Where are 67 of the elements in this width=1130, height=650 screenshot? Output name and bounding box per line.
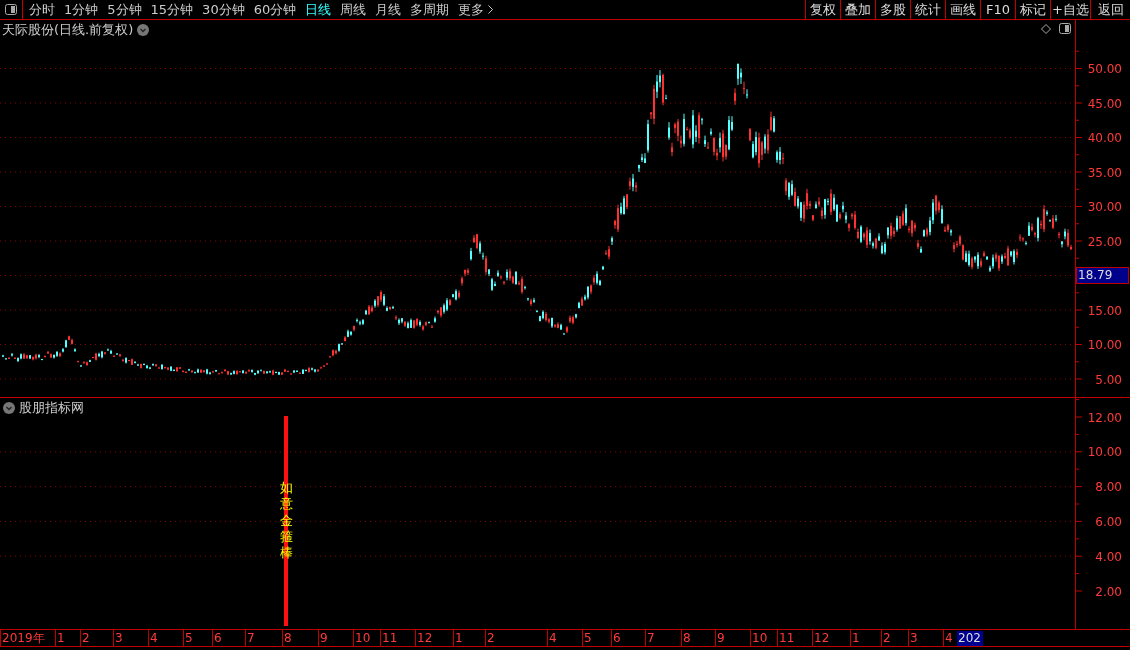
price-axis-label: 25.00	[1087, 234, 1122, 249]
time-axis-label: 12	[814, 631, 830, 645]
price-axis-label: 10.00	[1087, 338, 1122, 352]
price-axis-label: 45.00	[1087, 96, 1122, 111]
time-axis-label: 3	[115, 631, 123, 645]
toolbar-button[interactable]: 画线	[945, 0, 980, 19]
time-axis-label: 2	[883, 631, 891, 645]
time-axis-label: 6	[214, 631, 222, 645]
price-axis-label: 30.00	[1087, 200, 1122, 214]
time-axis-label: 1	[852, 631, 860, 645]
chart-title: 天际股份(日线.前复权)	[2, 21, 134, 39]
time-axis-label: 7	[647, 631, 655, 645]
price-axis-label: 40.00	[1087, 131, 1122, 145]
toolbar-button[interactable]: +自选	[1050, 0, 1090, 19]
time-axis-label: 7	[247, 631, 255, 645]
price-axis-label: 35.00	[1087, 165, 1122, 180]
time-axis-label: 3	[910, 631, 918, 645]
time-axis-label: 6	[613, 631, 621, 645]
time-axis-label: 2019年	[2, 631, 45, 645]
time-axis-label: 9	[717, 631, 725, 645]
period-tab[interactable]: 30分钟	[202, 0, 245, 19]
period-tab[interactable]: 月线	[375, 0, 402, 19]
period-tab[interactable]: 多周期	[410, 0, 450, 19]
time-axis-label: 10	[355, 631, 371, 645]
period-tab[interactable]: 60分钟	[253, 0, 297, 19]
time-axis-label: 12	[417, 631, 433, 645]
toolbar-button[interactable]: 多股	[875, 0, 910, 19]
toolbar-button[interactable]: 标记	[1015, 0, 1050, 19]
indicator-axis-label: 6.00	[1095, 514, 1122, 529]
time-axis-label: 4	[549, 631, 557, 645]
period-tab[interactable]: 15分钟	[150, 0, 194, 19]
period-tab[interactable]: 分时	[29, 0, 55, 19]
indicator-axis-label: 2.00	[1095, 584, 1122, 599]
time-axis-label: 2	[82, 631, 90, 645]
time-axis-label: 8	[284, 631, 292, 645]
time-axis-label: 10	[752, 631, 768, 645]
period-tab[interactable]: 日线	[305, 0, 332, 19]
indicator-axis-label: 4.00	[1095, 549, 1122, 564]
period-tab[interactable]: 5分钟	[107, 0, 142, 19]
toolbar-button[interactable]: 返回	[1090, 0, 1130, 19]
indicator-axis-label: 10.00	[1087, 445, 1122, 460]
time-axis-label: 5	[584, 631, 592, 645]
toolbar-button[interactable]: 统计	[910, 0, 945, 19]
time-axis-label: 1	[57, 631, 65, 645]
price-axis-label: 50.00	[1087, 62, 1122, 76]
time-axis-label: 1	[455, 631, 463, 645]
last-price-tag: 18.79	[1076, 267, 1129, 284]
period-tab[interactable]: 更多	[458, 0, 494, 19]
time-axis-label: 4	[150, 631, 158, 645]
current-period-label: 202	[957, 631, 983, 646]
period-tab[interactable]: 1分钟	[64, 0, 99, 19]
price-axis-label: 15.00	[1087, 303, 1122, 318]
toolbar-button[interactable]: F10	[980, 0, 1015, 19]
period-tab[interactable]: 周线	[340, 0, 367, 19]
time-axis-label: 8	[683, 631, 691, 645]
indicator-title: 股朋指标网	[19, 399, 84, 417]
time-axis-label: 4	[945, 631, 953, 645]
indicator-axis-label: 8.00	[1095, 480, 1122, 495]
time-axis-label: 9	[320, 631, 328, 645]
indicator-axis-label: 12.00	[1087, 410, 1122, 425]
time-axis-label: 2	[487, 631, 495, 645]
toolbar-button[interactable]: 复权	[805, 0, 840, 19]
toolbar-button[interactable]: 叠加	[840, 0, 875, 19]
time-axis-label: 11	[779, 631, 795, 645]
time-axis-label: 11	[382, 631, 398, 645]
time-axis-label: 5	[185, 631, 193, 645]
price-axis-label: 5.00	[1095, 372, 1122, 387]
